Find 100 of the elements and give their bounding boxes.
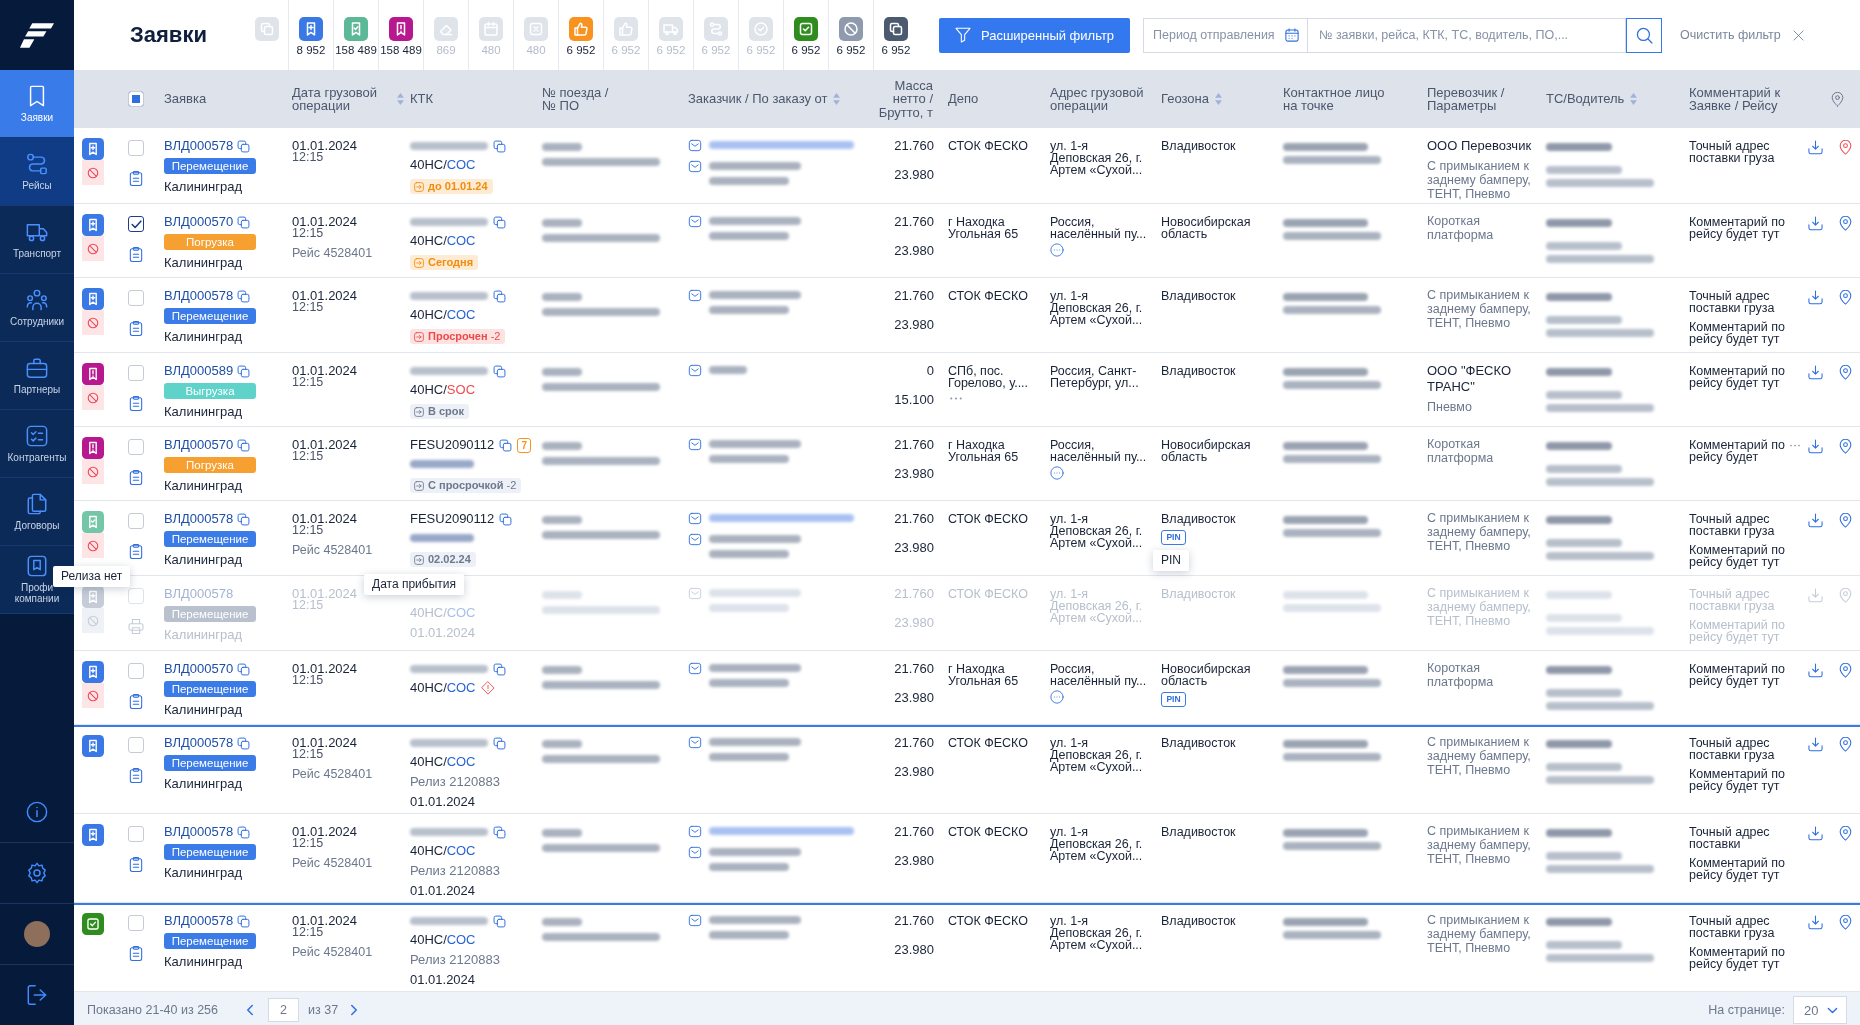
info-icon[interactable] <box>26 800 48 823</box>
bookmark-alert-icon[interactable] <box>82 437 104 459</box>
copy-icon[interactable] <box>237 512 251 526</box>
calendar-icon[interactable] <box>1285 27 1299 42</box>
pin-badge[interactable]: PIN <box>1161 692 1186 707</box>
clipboard-icon[interactable] <box>128 945 144 962</box>
download-icon[interactable] <box>1807 140 1823 155</box>
copy-icon[interactable] <box>493 139 506 153</box>
copy-icon[interactable] <box>493 736 506 750</box>
map-pin-icon[interactable] <box>1837 513 1853 528</box>
download-icon[interactable] <box>1807 290 1823 305</box>
bookmark-check-icon[interactable] <box>82 511 104 533</box>
check-square-icon[interactable] <box>82 913 104 935</box>
checkbox[interactable] <box>128 216 144 232</box>
clipboard-icon[interactable] <box>128 395 144 412</box>
request-id-link[interactable]: ВЛД000578 <box>164 913 234 929</box>
map-pin-icon[interactable] <box>1837 216 1853 231</box>
copy-icon[interactable] <box>237 139 251 153</box>
nav-item[interactable]: Заявки <box>0 70 74 138</box>
copy-icon[interactable] <box>237 914 251 928</box>
copy-icon[interactable] <box>493 215 506 229</box>
map-pin-icon[interactable] <box>1837 140 1853 155</box>
copy-icon[interactable] <box>237 662 251 676</box>
map-pin-icon[interactable] <box>1837 290 1853 305</box>
status-filter-button[interactable]: 6 952 <box>783 0 828 70</box>
map-pin-icon[interactable] <box>1837 439 1853 454</box>
pin-badge[interactable]: PIN <box>1161 530 1186 545</box>
mail-icon[interactable] <box>688 914 702 927</box>
mail-icon[interactable] <box>688 736 702 749</box>
copy-icon[interactable] <box>237 215 251 229</box>
bookmark-plus-icon[interactable] <box>82 138 104 160</box>
nav-item[interactable]: Контрагенты <box>0 410 74 478</box>
copy-icon[interactable] <box>493 364 506 378</box>
status-filter-button[interactable]: 6 952 <box>558 0 603 70</box>
status-filter-button[interactable]: 8 952 <box>288 0 333 70</box>
mail-icon[interactable] <box>688 846 702 859</box>
map-pin-icon[interactable] <box>1837 365 1853 380</box>
status-filter-button[interactable]: 158 489 <box>378 0 423 70</box>
copy-icon[interactable] <box>237 438 251 452</box>
mail-icon[interactable] <box>688 512 702 525</box>
logout-icon[interactable] <box>26 984 48 1006</box>
download-icon[interactable] <box>1807 663 1823 678</box>
request-id-link[interactable]: ВЛД000570 <box>164 661 234 677</box>
mail-icon[interactable] <box>688 139 702 152</box>
nav-item[interactable]: Партнеры <box>0 342 74 410</box>
page-input[interactable]: 2 <box>268 998 299 1022</box>
request-id-link[interactable]: ВЛД000570 <box>164 437 234 453</box>
copy-icon[interactable] <box>493 662 506 676</box>
copy-icon[interactable] <box>499 438 513 452</box>
copy-icon[interactable] <box>237 736 251 750</box>
mail-icon[interactable] <box>688 825 702 838</box>
bookmark-alert-icon[interactable] <box>82 363 104 385</box>
download-icon[interactable] <box>1807 737 1823 752</box>
search-button[interactable] <box>1626 17 1662 53</box>
search-field[interactable]: № заявки, рейса, КТК, ТС, водитель, ПО,... <box>1308 17 1626 53</box>
more-icon[interactable] <box>1050 466 1064 480</box>
more-dots-icon[interactable] <box>1790 444 1800 447</box>
bookmark-plus-icon[interactable] <box>82 214 104 236</box>
date-range-field[interactable]: Период отправления <box>1143 17 1308 53</box>
bookmark-plus-icon[interactable] <box>82 735 104 757</box>
nav-item[interactable]: Транспорт <box>0 206 74 274</box>
request-id-link[interactable]: ВЛД000578 <box>164 138 234 154</box>
nav-item[interactable]: Сотрудники <box>0 274 74 342</box>
request-id-link[interactable]: ВЛД000589 <box>164 363 234 379</box>
download-icon[interactable] <box>1807 216 1823 231</box>
mail-icon[interactable] <box>688 533 702 546</box>
clear-filter-button[interactable]: Очистить фильтр <box>1680 28 1804 42</box>
status-filter-button[interactable]: 6 952 <box>873 0 918 70</box>
download-icon[interactable] <box>1807 915 1823 930</box>
map-pin-icon[interactable] <box>1837 915 1853 930</box>
nav-item[interactable]: Рейсы <box>0 138 74 206</box>
bookmark-plus-icon[interactable] <box>82 288 104 310</box>
map-pin-icon[interactable] <box>1837 663 1853 678</box>
copy-icon[interactable] <box>237 364 251 378</box>
per-page-select[interactable]: 20 <box>1793 996 1847 1024</box>
mail-icon[interactable] <box>688 160 702 173</box>
copy-icon[interactable] <box>493 914 506 928</box>
copy-icon[interactable] <box>237 289 251 303</box>
copy-icon[interactable] <box>499 512 513 526</box>
bookmark-plus-icon[interactable] <box>82 824 104 846</box>
clipboard-icon[interactable] <box>128 767 144 784</box>
advanced-filter-button[interactable]: Расширенный фильтр <box>939 17 1130 53</box>
clipboard-icon[interactable] <box>128 246 144 263</box>
nav-item[interactable]: Договоры <box>0 478 74 546</box>
select-all-checkbox[interactable] <box>128 91 144 107</box>
settings-icon[interactable] <box>26 862 48 884</box>
status-filter-button[interactable]: 6 952 <box>828 0 873 70</box>
chevron-right-icon[interactable] <box>350 1004 359 1016</box>
clipboard-icon[interactable] <box>128 693 144 710</box>
mail-icon[interactable] <box>688 289 702 302</box>
copy-icon[interactable] <box>493 289 506 303</box>
request-id-link[interactable]: ВЛД000570 <box>164 214 234 230</box>
more-icon[interactable] <box>1050 243 1064 257</box>
mail-icon[interactable] <box>688 662 702 675</box>
mail-icon[interactable] <box>688 364 702 377</box>
map-pin-icon[interactable] <box>1837 737 1853 752</box>
download-icon[interactable] <box>1807 439 1823 454</box>
more-icon[interactable] <box>1050 690 1064 704</box>
request-id-link[interactable]: ВЛД000578 <box>164 288 234 304</box>
clipboard-icon[interactable] <box>128 320 144 337</box>
